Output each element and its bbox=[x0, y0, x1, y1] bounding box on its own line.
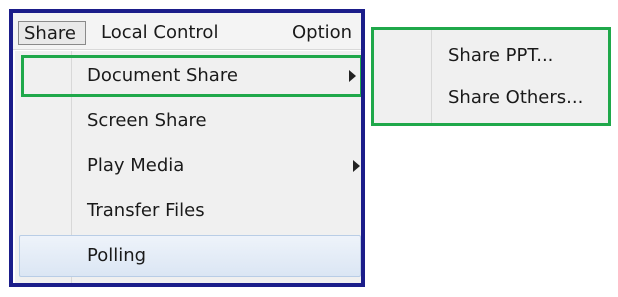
menu-local-control[interactable]: Local Control bbox=[101, 21, 218, 45]
menu-item-screen-share[interactable]: Screen Share bbox=[15, 100, 361, 142]
menu-bar: Share Local Control Option bbox=[13, 13, 361, 50]
menu-item-label: Document Share bbox=[87, 65, 238, 86]
submenu-item-label: Share Others... bbox=[448, 87, 584, 108]
menu-share[interactable]: Share bbox=[18, 21, 86, 45]
menu-item-document-share[interactable]: Document Share bbox=[21, 55, 361, 97]
share-dropdown-menu: Document Share Screen Share Play Media T… bbox=[15, 51, 361, 283]
menu-item-label: Screen Share bbox=[87, 110, 207, 131]
menu-item-label: Transfer Files bbox=[87, 200, 205, 221]
menu-item-transfer-files[interactable]: Transfer Files bbox=[15, 190, 361, 232]
menu-item-polling[interactable]: Polling bbox=[19, 235, 361, 277]
submenu-item-share-ppt[interactable]: Share PPT... bbox=[374, 38, 608, 74]
document-share-submenu: Share PPT... Share Others... bbox=[371, 27, 611, 126]
submenu-item-label: Share PPT... bbox=[448, 45, 554, 66]
menu-item-play-media[interactable]: Play Media bbox=[15, 145, 361, 187]
menu-item-label: Polling bbox=[87, 245, 147, 266]
menu-item-label: Play Media bbox=[87, 155, 185, 176]
menu-options[interactable]: Option bbox=[292, 21, 352, 45]
submenu-arrow-icon bbox=[353, 160, 360, 172]
menu-window: Share Local Control Option Document Shar… bbox=[9, 9, 365, 287]
submenu-arrow-icon bbox=[349, 70, 356, 82]
submenu-item-share-others[interactable]: Share Others... bbox=[374, 80, 608, 116]
